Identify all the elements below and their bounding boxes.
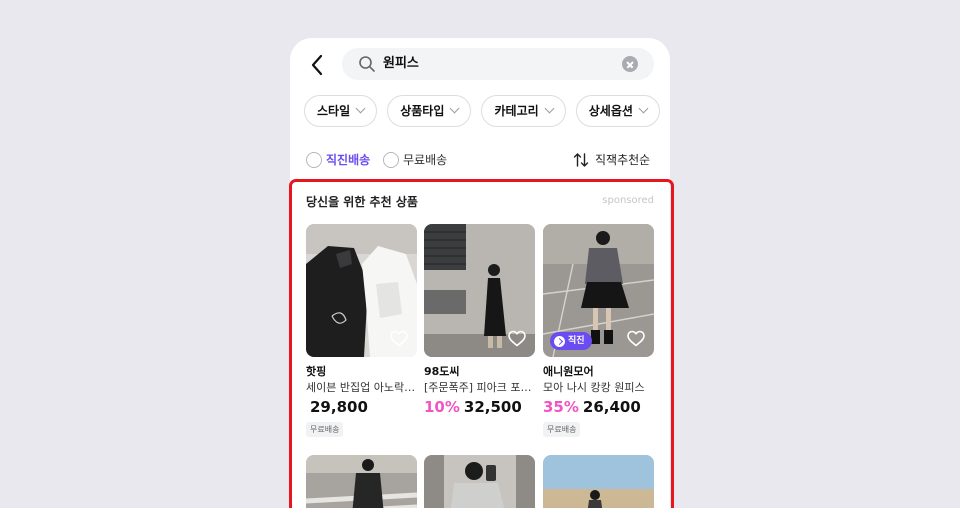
product-discount: 35%	[543, 398, 579, 416]
product-price-value: 32,500	[463, 398, 522, 416]
recommended-section: 당신을 위한 추천 상품 sponsored 핫핑 세이븐 반집업 아노락 원 …	[290, 181, 670, 508]
phone-screen: 원피스 스타일 상품타입 카테고리 상세옵션 직진배송 무료배송 직잭추천순 당…	[290, 38, 670, 508]
free-shipping-option[interactable]: 무료배송	[383, 151, 451, 169]
product-image[interactable]	[543, 455, 654, 508]
product-image[interactable]	[424, 455, 535, 508]
product-name: [주문폭주] 피아크 포켓 원피스	[424, 381, 535, 394]
search-bar[interactable]: 원피스	[342, 48, 654, 80]
product-photo	[543, 455, 654, 508]
free-shipping-label: 무료배송	[403, 153, 448, 167]
free-shipping-tag: 무료배송	[306, 422, 344, 437]
product-image[interactable]	[306, 224, 417, 357]
heart-icon[interactable]	[627, 330, 645, 347]
chevron-down-icon	[544, 103, 555, 114]
product-price: 10% 32,500	[424, 397, 535, 417]
filter-chip-detail-option[interactable]: 상세옵션	[575, 95, 660, 127]
sort-arrows-icon	[573, 153, 589, 167]
product-name: 모아 나시 캉캉 원피스	[543, 381, 645, 394]
heart-icon[interactable]	[508, 330, 526, 347]
filter-chip-label: 상세옵션	[588, 104, 633, 118]
product-discount: 10%	[424, 398, 460, 416]
filter-chip-product-type[interactable]: 상품타입	[387, 95, 472, 127]
direct-delivery-badge: 직진	[550, 332, 592, 350]
badge-label: 직진	[568, 336, 585, 346]
product-brand: 핫핑	[306, 365, 327, 378]
product-brand: 98도씨	[424, 365, 460, 378]
product-price-value: 29,800	[310, 398, 368, 416]
filter-chip-row: 스타일 상품타입 카테고리 상세옵션	[304, 95, 670, 127]
radio-icon[interactable]	[383, 152, 399, 168]
sort-label: 직잭추천순	[595, 153, 651, 167]
filter-chip-label: 상품타입	[400, 104, 445, 118]
section-title: 당신을 위한 추천 상품	[306, 195, 418, 209]
search-icon	[359, 56, 375, 72]
filter-chip-category[interactable]: 카테고리	[481, 95, 566, 127]
direct-delivery-label: 직진배송	[326, 153, 371, 167]
sponsored-label: sponsored	[602, 195, 654, 206]
free-shipping-tag: 무료배송	[543, 422, 581, 437]
product-name: 세이븐 반집업 아노락 원피스	[306, 381, 417, 394]
direct-delivery-option[interactable]: 직진배송	[306, 151, 372, 169]
product-card[interactable]: 98도씨 [주문폭주] 피아크 포켓 원피스 10%32,500	[424, 224, 535, 417]
product-image[interactable]	[424, 224, 535, 357]
product-card[interactable]: 핫핑 세이븐 반집업 아노락 원피스 29,800 무료배송	[306, 224, 417, 437]
product-card[interactable]: 직진 애니원모어 모아 나시 캉캉 원피스 35% 26,400 무료배송	[543, 224, 654, 437]
product-price: 29,800	[306, 397, 417, 417]
direct-arrow-icon	[554, 335, 565, 347]
radio-icon[interactable]	[306, 152, 322, 168]
filter-chip-label: 카테고리	[494, 104, 539, 118]
product-brand: 애니원모어	[543, 365, 594, 378]
product-image[interactable]: 직진	[543, 224, 654, 357]
product-photo	[306, 455, 417, 508]
back-arrow-icon[interactable]	[306, 52, 330, 78]
heart-icon[interactable]	[390, 330, 408, 347]
product-price: 35% 26,400	[543, 397, 654, 417]
product-image[interactable]	[306, 455, 417, 508]
chevron-down-icon	[449, 103, 460, 114]
filter-chip-style[interactable]: 스타일	[304, 95, 378, 127]
product-photo	[424, 455, 535, 508]
chevron-down-icon	[638, 103, 649, 114]
filter-chip-label: 스타일	[317, 104, 351, 118]
sort-button[interactable]: 직잭추천순	[573, 151, 650, 169]
search-input-value[interactable]: 원피스	[383, 55, 419, 73]
chevron-down-icon	[355, 103, 366, 114]
product-price-value: 26,400	[582, 398, 641, 416]
clear-search-icon[interactable]	[622, 56, 638, 72]
